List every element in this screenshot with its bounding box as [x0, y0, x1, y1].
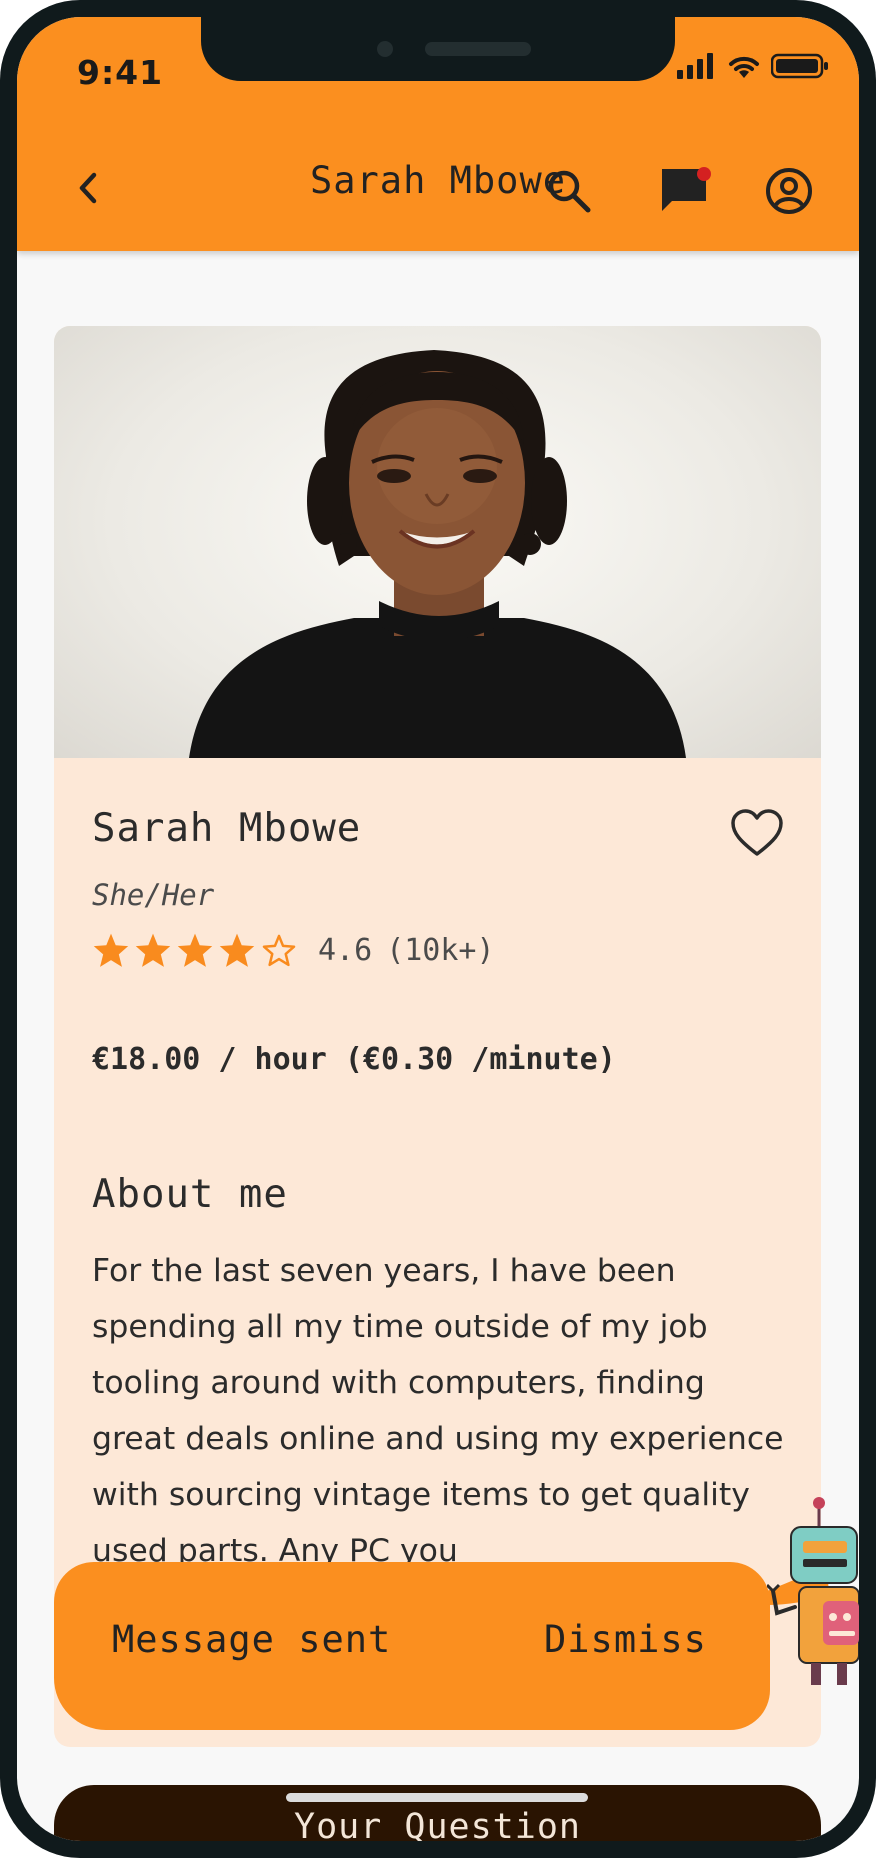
portrait-image — [189, 350, 686, 758]
search-button[interactable] — [539, 161, 599, 221]
dismiss-button[interactable]: Dismiss — [544, 1618, 707, 1661]
profile-photo — [54, 326, 821, 758]
star-filled-icon — [93, 933, 129, 967]
rating-value: 4.6 — [318, 932, 373, 968]
app-header: 9:41 Sarah Mbowe — [17, 17, 859, 251]
heart-outline-icon[interactable] — [730, 808, 784, 858]
search-icon — [548, 170, 591, 213]
page-title: Sarah Mbowe — [309, 159, 567, 202]
account-circle-icon — [766, 168, 812, 214]
rating-row: 4.6 (10k+) — [92, 932, 495, 968]
account-button[interactable] — [757, 159, 821, 223]
robot-mascot-icon — [767, 1497, 859, 1685]
screen: 9:41 Sarah Mbowe Sarah Mbowe She/Her 4.6… — [17, 17, 859, 1841]
about-text: For the last seven years, I have been sp… — [92, 1253, 784, 1569]
star-outline-icon — [262, 934, 296, 967]
device-notch — [201, 17, 675, 81]
profile-card: Sarah Mbowe She/Her 4.6 (10k+) €18.00 / … — [54, 326, 821, 1747]
status-time: 9:41 — [77, 53, 164, 92]
wifi-icon — [729, 56, 759, 78]
star-filled-icon — [135, 933, 171, 967]
snackbar-message: Message sent — [112, 1618, 392, 1661]
star-filled-icon — [219, 933, 255, 967]
home-indicator[interactable] — [286, 1793, 588, 1802]
star-rating — [92, 932, 298, 968]
battery-icon — [771, 53, 828, 79]
star-filled-icon — [177, 933, 213, 967]
signal-icon — [677, 53, 713, 79]
notification-dot — [697, 167, 711, 181]
profile-name: Sarah Mbowe — [92, 806, 362, 851]
snackbar: Message sent Dismiss — [54, 1562, 770, 1730]
your-question-label: Your Question — [294, 1807, 581, 1841]
phone-frame: 9:41 Sarah Mbowe Sarah Mbowe She/Her 4.6… — [0, 0, 876, 1858]
messages-button[interactable] — [649, 155, 719, 225]
pronouns: She/Her — [92, 878, 215, 912]
hourly-price: €18.00 / hour (€0.30 /minute) — [92, 1042, 616, 1077]
review-count: (10k+) — [386, 932, 495, 968]
about-heading: About me — [92, 1172, 288, 1217]
status-icons — [677, 53, 829, 79]
